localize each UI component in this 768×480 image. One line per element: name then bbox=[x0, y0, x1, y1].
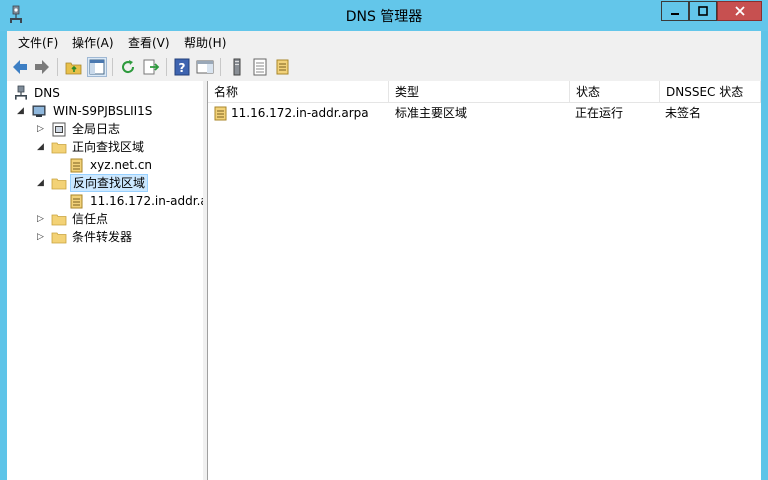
list-button[interactable] bbox=[250, 57, 270, 77]
toolbar-separator bbox=[57, 58, 58, 76]
folder-icon bbox=[51, 232, 67, 244]
minimize-icon bbox=[671, 13, 679, 15]
column-header-dnssec[interactable]: DNSSEC 状态 bbox=[660, 81, 761, 103]
tree-node-label: DNS bbox=[34, 86, 60, 100]
menu-bar: 文件(F) 操作(A) 查看(V) 帮助(H) bbox=[7, 31, 761, 54]
tree-node-label: 全局日志 bbox=[72, 122, 121, 136]
menu-view[interactable]: 查看(V) bbox=[128, 34, 170, 51]
toolbar-separator bbox=[112, 58, 113, 76]
minimize-button[interactable] bbox=[661, 1, 689, 21]
expand-arrow-icon[interactable]: ▷ bbox=[37, 228, 44, 246]
log-icon bbox=[52, 122, 66, 137]
back-button[interactable] bbox=[10, 57, 30, 77]
up-one-level-button[interactable] bbox=[64, 57, 84, 77]
window-title: DNS 管理器 bbox=[345, 9, 423, 25]
row-type: 标准主要区域 bbox=[395, 106, 468, 120]
tree-node-label: 正向查找区域 bbox=[72, 140, 145, 154]
toolbar-separator bbox=[166, 58, 167, 76]
row-name: 11.16.172.in-addr.arpa bbox=[231, 106, 369, 120]
column-header-status[interactable]: 状态 bbox=[570, 81, 660, 103]
refresh-icon bbox=[122, 60, 135, 74]
collapse-arrow-icon[interactable]: ◢ bbox=[37, 138, 44, 156]
title-bar[interactable]: DNS 管理器 bbox=[0, 0, 768, 31]
help-button[interactable]: ? bbox=[172, 57, 192, 77]
column-header-name[interactable]: 名称 bbox=[208, 81, 389, 103]
close-icon bbox=[734, 6, 745, 16]
up-folder-icon bbox=[65, 62, 82, 75]
menu-action[interactable]: 操作(A) bbox=[72, 34, 114, 51]
export-list-button[interactable] bbox=[141, 57, 161, 77]
maximize-button[interactable] bbox=[689, 1, 717, 21]
folder-icon bbox=[51, 142, 67, 154]
column-header-type[interactable]: 类型 bbox=[389, 81, 570, 103]
expand-arrow-icon[interactable]: ▷ bbox=[37, 120, 44, 138]
results-list[interactable]: 名称 类型 状态 DNSSEC 状态 11.16.172.in-addr.arp… bbox=[208, 81, 761, 480]
toolbar: ? bbox=[7, 53, 761, 82]
tree-node-label: xyz.net.cn bbox=[90, 158, 153, 172]
close-button[interactable] bbox=[717, 1, 762, 21]
zone-icon bbox=[214, 106, 227, 121]
collapse-arrow-icon[interactable]: ◢ bbox=[37, 174, 44, 192]
zone-icon bbox=[70, 194, 83, 209]
zone-icon bbox=[276, 59, 289, 75]
zone-icon bbox=[70, 158, 83, 173]
svg-text:?: ? bbox=[179, 61, 186, 75]
refresh-button[interactable] bbox=[118, 57, 138, 77]
folder-icon bbox=[51, 178, 67, 190]
server-button[interactable] bbox=[227, 57, 247, 77]
list-icon bbox=[253, 58, 267, 76]
menu-help[interactable]: 帮助(H) bbox=[184, 34, 226, 51]
server-icon bbox=[233, 58, 241, 76]
back-arrow-icon bbox=[13, 60, 27, 74]
forward-arrow-icon bbox=[35, 60, 49, 74]
row-dnssec: 未签名 bbox=[665, 106, 702, 120]
toolbar-separator bbox=[220, 58, 221, 76]
action-pane-icon bbox=[196, 60, 214, 74]
tree-node-label: 反向查找区域 bbox=[70, 174, 149, 192]
window-border bbox=[761, 31, 768, 480]
tree-node-label: WIN-S9PJBSLII1S bbox=[53, 104, 153, 118]
zone-button[interactable] bbox=[273, 57, 293, 77]
help-icon: ? bbox=[174, 58, 190, 76]
server-icon bbox=[32, 105, 46, 117]
folder-icon bbox=[51, 214, 67, 226]
forward-button[interactable] bbox=[32, 57, 52, 77]
show-hide-console-tree-icon bbox=[89, 59, 105, 75]
tree-node-label: 11.16.172.in-addr.a bbox=[90, 194, 204, 208]
expand-arrow-icon[interactable]: ▷ bbox=[37, 210, 44, 228]
action-pane-button[interactable] bbox=[195, 57, 215, 77]
show-hide-console-tree-button[interactable] bbox=[87, 57, 107, 77]
export-list-icon bbox=[143, 59, 160, 75]
maximize-icon bbox=[698, 6, 708, 16]
console-tree[interactable]: DNS ◢ WIN-S9PJBSLII1S ▷ 全局日志 ◢ 正向查找区域 xy… bbox=[7, 81, 204, 480]
collapse-arrow-icon[interactable]: ◢ bbox=[17, 102, 24, 120]
tree-node-label: 条件转发器 bbox=[72, 230, 133, 244]
dns-icon bbox=[15, 85, 27, 100]
row-status: 正在运行 bbox=[575, 106, 624, 120]
menu-file[interactable]: 文件(F) bbox=[18, 34, 58, 51]
tree-node-label: 信任点 bbox=[72, 212, 109, 226]
